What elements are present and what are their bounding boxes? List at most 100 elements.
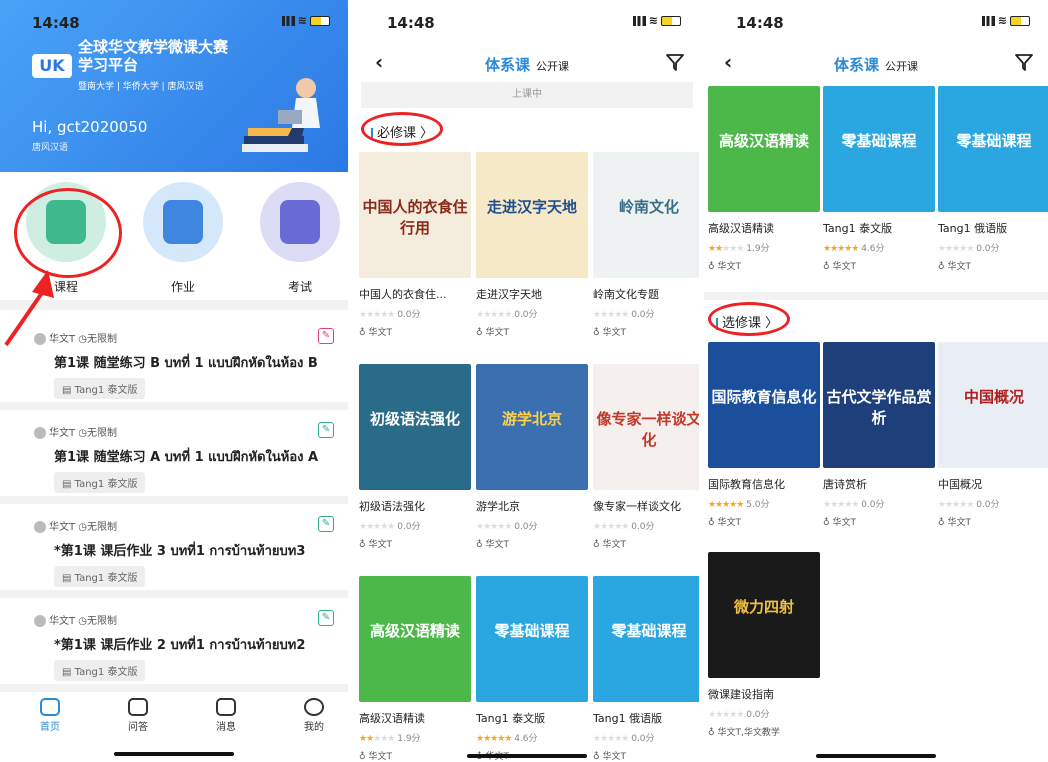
task-course-tag: ▤ Tang1 泰文版 [54,660,146,681]
status-time: 14:48 [736,14,784,32]
course-rating: ★★★★★ 1.9分 [359,731,471,744]
tab-home[interactable]: 首页 [20,698,80,733]
course-card[interactable]: 走进汉字天地 走进汉字天地 ★★★★★ 0.0分 ♁ 华文T [476,152,588,338]
star-icon: ★★★★★ [593,310,629,320]
course-rating: ★★★★★ 0.0分 [476,307,588,320]
course-author: ♁ 华文T [593,537,699,550]
course-card[interactable]: 零基础课程Tang1 泰文版★★★★★ 4.6分♁ 华文T [476,576,588,762]
course-card[interactable]: 零基础课程 Tang1 俄语版 ★★★★★ 0.0分 ♁ 华文T [593,576,699,762]
teacher-icon: ♁ [708,728,715,738]
course-cover: 游学北京 [476,364,588,490]
course-card[interactable]: 微力四射 微课建设指南 ★★★★★ 0.0分 ♁ 华文T,华文教学 [708,552,820,738]
course-author: ♁ 华文T [593,749,699,762]
course-name: 中国人的衣食住... [359,288,447,301]
tag-label: Tang1 泰文版 [74,479,138,490]
course-author: ♁ 华文T [476,325,588,338]
task-author: 华文T [49,616,76,627]
star-icon: ★★★★★ [593,522,629,532]
course-card[interactable]: 游学北京 游学北京 ★★★★★ 0.0分 ♁ 华文T [476,364,588,550]
filter-icon[interactable] [1014,52,1034,72]
course-card[interactable]: 岭南文化 岭南文化专题 ★★★★★ 0.0分 ♁ 华文T [593,152,699,338]
cover-title: 零基础课程 [956,132,1032,150]
tab-label: 消息 [216,722,236,733]
teacher-icon: ♁ [938,262,945,272]
course-rating: ★★★★★ 0.0分 [476,519,588,532]
tab-profile[interactable]: 我的 [284,698,344,733]
avatar [34,615,46,627]
course-cover: 中国概况 [938,342,1048,468]
course-rating: ★★★★★ 4.6分 [823,241,935,254]
tab-system-courses[interactable]: 体系课 [834,56,879,74]
teacher-icon: ♁ [823,518,830,528]
task-item[interactable]: 华文T ◷无限制 *第1课 课后作业 3 บทที่1 การบ้านท้ายบท… [0,504,348,598]
course-card[interactable]: 初级语法强化 初级语法强化 ★★★★★ 0.0分 ♁ 华文T [359,364,471,550]
task-item[interactable]: 华文T ◷无限制 第1课 随堂练习 B บทที่ 1 แบบฝึกหัดในห้… [0,316,348,410]
tab-system-courses[interactable]: 体系课 [485,56,530,74]
course-rating: ★★★★★ 0.0分 [359,307,471,320]
task-author: 华文T [49,522,76,533]
system-courses-screen: 14:48 ≋ ‹ 体系课 公开课 上课中 必修课 〉 中国人的衣食住行用 中国人的… [355,0,699,762]
brand-label: 唐风汉语 [32,143,69,153]
course-rating: ★★★★★ 1.9分 [708,241,820,254]
task-item[interactable]: 华文T ◷无限制 第1课 随堂练习 A บทที่ 1 แบบฝึกหัดในห้… [0,410,348,504]
course-author: ♁ 华文T [593,325,699,338]
task-author: 华文T [49,334,76,345]
avatar [34,427,46,439]
rating-score: 0.0分 [976,500,1000,510]
tag-label: Tang1 泰文版 [74,385,138,396]
course-card[interactable]: 像专家一样谈文化 像专家一样谈文化 ★★★★★ 0.0分 ♁ 华文T [593,364,699,550]
course-card[interactable]: 国际教育信息化 国际教育信息化 ★★★★★ 5.0分 ♁ 华文T [708,342,820,528]
task-meta: 华文T ◷无限制 [34,330,117,345]
section-divider [704,292,1048,300]
task-item[interactable]: 华文T ◷无限制 *第1课 课后作业 2 บทที่1 การบ้านท้ายบท… [0,598,348,692]
tab-public-courses[interactable]: 公开课 [885,60,918,73]
course-cover: 岭南文化 [593,152,699,278]
feature-row: 课程 作业 考试 [0,182,348,294]
tab-messages[interactable]: 消息 [196,698,256,733]
task-limit: 无限制 [87,616,118,627]
clock-icon: ◷ [78,334,88,345]
course-cover: 零基础课程 [938,86,1048,212]
task-course-tag: ▤ Tang1 泰文版 [54,378,146,399]
course-name: 走进汉字天地 [476,288,542,301]
tab-label: 问答 [128,722,148,733]
course-card[interactable]: 零基础课程 Tang1 俄语版 ★★★★★ 0.0分 ♁ 华文T [938,86,1048,272]
course-card[interactable]: 中国概况 中国概况 ★★★★★ 0.0分 ♁ 华文T [938,342,1048,528]
system-courses-screen-scrolled: 14:48 ≋ ‹ 体系课 公开课 高级汉语精读 高级汉语精读 ★★★★★ 1.9分 ♁… [704,0,1048,762]
task-title: 第1课 随堂练习 A บทที่ 1 แบบฝึกหัดในห้อง A [54,450,319,465]
star-icon: ★★★★★ [938,244,974,254]
task-limit: 无限制 [87,522,118,533]
cover-title: 高级汉语精读 [718,132,809,150]
course-card[interactable]: 古代文学作品赏析 唐诗赏析 ★★★★★ 0.0分 ♁ 华文T [823,342,935,528]
course-name: 游学北京 [476,500,520,513]
rating-score: 0.0分 [861,500,885,510]
course-cover: 中国人的衣食住行用 [359,152,471,278]
profile-icon [304,698,324,716]
status-bar: 14:48 ≋ [355,0,699,40]
course-card[interactable]: 零基础课程Tang1 泰文版★★★★★ 4.6分♁ 华文T [823,86,935,272]
highlight-circle [14,188,122,278]
tag-label: Tang1 泰文版 [74,573,138,584]
task-meta: 华文T ◷无限制 [34,518,117,533]
author-name: 华文T [602,328,626,338]
nav-bar: ‹ 体系课 公开课 [704,44,1048,80]
rating-score: 0.0分 [746,710,770,720]
tab-qa[interactable]: 问答 [108,698,168,733]
home-indicator [816,754,936,758]
tab-label: 首页 [40,722,60,733]
rating-score: 0.0分 [514,310,538,320]
feature-label: 课程 [53,280,78,294]
filter-icon[interactable] [665,52,685,72]
feature-label: 考试 [287,280,312,294]
tab-public-courses[interactable]: 公开课 [536,60,569,73]
cover-title: 走进汉字天地 [486,198,577,216]
course-card[interactable]: 高级汉语精读 高级汉语精读 ★★★★★ 1.9分 ♁ 华文T [359,576,471,762]
course-name: Tang1 俄语版 [593,712,663,725]
course-card[interactable]: 中国人的衣食住行用 中国人的衣食住... ★★★★★ 0.0分 ♁ 华文T [359,152,471,338]
author-name: 华文T,华文教学 [717,728,780,738]
banner-subtitle: 暨南大学 | 华侨大学 | 唐风汉语 [78,82,204,92]
author-name: 华文T [368,328,392,338]
rating-score: 0.0分 [631,310,655,320]
course-card[interactable]: 高级汉语精读 高级汉语精读 ★★★★★ 1.9分 ♁ 华文T [708,86,820,272]
course-name: 国际教育信息化 [708,478,785,491]
